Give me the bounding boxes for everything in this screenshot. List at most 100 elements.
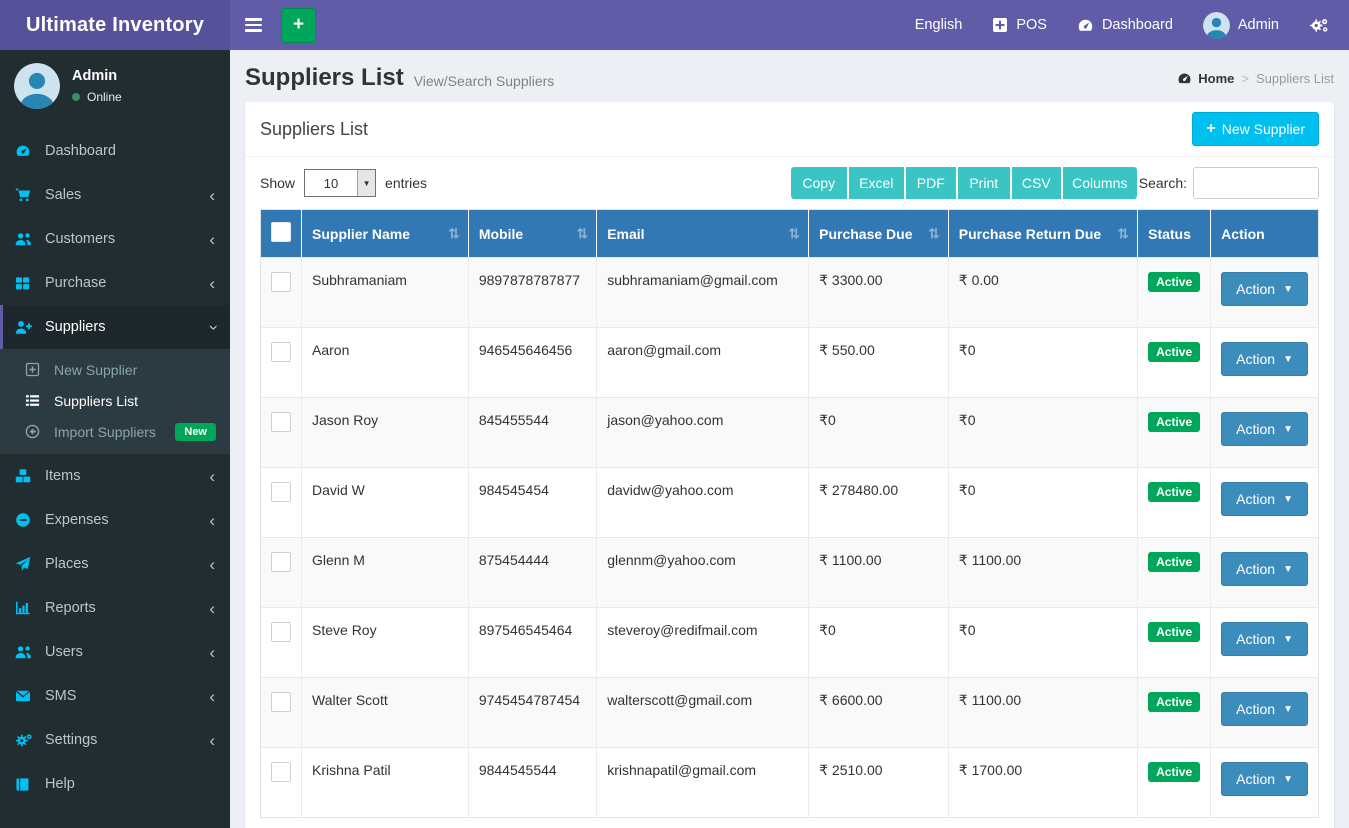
- sidebar-item-new-supplier[interactable]: New Supplier: [0, 354, 230, 385]
- action-cell: Action ▼: [1210, 397, 1319, 468]
- row-checkbox[interactable]: [271, 482, 291, 502]
- status-badge: Active: [1148, 552, 1201, 572]
- action-button[interactable]: Action ▼: [1221, 482, 1308, 516]
- card-title: Suppliers List: [260, 118, 369, 139]
- sidebar-item-suppliers-list[interactable]: Suppliers List: [0, 385, 230, 416]
- top-bar: Ultimate Inventory + English POS Dashboa…: [0, 0, 1349, 50]
- users-icon: [15, 644, 45, 660]
- row-checkbox[interactable]: [271, 342, 291, 362]
- sidebar-item-sms[interactable]: SMS ‹: [0, 674, 230, 718]
- sidebar-item-dashboard[interactable]: Dashboard: [0, 129, 230, 173]
- action-button[interactable]: Action ▼: [1221, 692, 1308, 726]
- status-cell: Active: [1137, 257, 1212, 328]
- settings-menu[interactable]: [1309, 17, 1329, 34]
- sidebar-item-customers[interactable]: Customers ‹: [0, 217, 230, 261]
- row-checkbox[interactable]: [271, 412, 291, 432]
- table-row: Glenn M 875454444 glennm@yahoo.com ₹ 110…: [260, 537, 1319, 608]
- pos-link[interactable]: POS: [992, 17, 1047, 33]
- row-checkbox[interactable]: [271, 552, 291, 572]
- caret-down-icon: ▼: [1283, 493, 1293, 505]
- chevron-left-icon: ‹: [209, 730, 215, 750]
- header-purchase-return-due[interactable]: Purchase Return Due ⇅: [948, 209, 1139, 258]
- breadcrumb-current: Suppliers List: [1255, 70, 1334, 86]
- row-checkbox[interactable]: [271, 692, 291, 712]
- purchase-return-due-cell: ₹0: [948, 397, 1139, 468]
- page-title: Suppliers List: [245, 64, 404, 91]
- mobile-cell: 9745454787454: [468, 677, 598, 748]
- sidebar-item-reports[interactable]: Reports ‹: [0, 586, 230, 630]
- caret-down-icon: ▼: [1283, 563, 1293, 575]
- row-checkbox[interactable]: [271, 272, 291, 292]
- sidebar-item-help[interactable]: Help: [0, 762, 230, 806]
- action-button[interactable]: Action ▼: [1221, 342, 1308, 376]
- sidebar-item-import-suppliers[interactable]: Import Suppliers New: [0, 416, 230, 447]
- email-cell: aaron@gmail.com: [596, 327, 810, 398]
- purchase-due-cell: ₹ 2510.00: [808, 747, 949, 818]
- action-button[interactable]: Action ▼: [1221, 622, 1308, 656]
- header-purchase-due[interactable]: Purchase Due ⇅: [808, 209, 949, 258]
- table-toolbar: Show 10 ▼ entries Copy Excel PDF Print C…: [245, 157, 1334, 209]
- suppliers-card: Suppliers List + New Supplier Show 10 ▼ …: [245, 102, 1334, 828]
- row-select-cell: [260, 537, 302, 608]
- row-select-cell: [260, 397, 302, 468]
- show-entries-select[interactable]: 10 ▼: [304, 169, 377, 197]
- sidebar-item-purchase[interactable]: Purchase ‹: [0, 261, 230, 305]
- excel-button[interactable]: Excel: [848, 167, 904, 199]
- plus-square-icon: [25, 362, 54, 377]
- sidebar-item-items[interactable]: Items ‹: [0, 454, 230, 498]
- sidebar-menu: Dashboard Sales ‹ Customers ‹ Purchase ‹…: [0, 129, 230, 806]
- print-button[interactable]: Print: [957, 167, 1010, 199]
- top-navbar: + English POS Dashboard Admin: [230, 0, 1349, 50]
- sidebar-toggle-button[interactable]: [230, 0, 276, 50]
- mobile-cell: 845455544: [468, 397, 598, 468]
- cogs-icon: [15, 732, 45, 748]
- brand-logo[interactable]: Ultimate Inventory: [0, 0, 230, 50]
- sidebar-item-places[interactable]: Places ‹: [0, 542, 230, 586]
- new-supplier-button[interactable]: + New Supplier: [1192, 112, 1319, 146]
- sidebar-user-name: Admin: [72, 68, 118, 84]
- breadcrumb-home-link[interactable]: Home: [1177, 71, 1234, 86]
- action-button[interactable]: Action ▼: [1221, 272, 1308, 306]
- status-cell: Active: [1137, 607, 1212, 678]
- sort-icon: ⇅: [928, 225, 940, 241]
- sidebar-item-suppliers[interactable]: Suppliers ‹: [0, 305, 230, 349]
- header-mobile[interactable]: Mobile ⇅: [468, 209, 598, 258]
- supplier-name-cell: Glenn M: [301, 537, 469, 608]
- purchase-due-cell: ₹0: [808, 397, 949, 468]
- show-label: Show: [260, 175, 296, 191]
- sidebar-item-users[interactable]: Users ‹: [0, 630, 230, 674]
- sidebar-item-expenses[interactable]: Expenses ‹: [0, 498, 230, 542]
- row-checkbox[interactable]: [271, 762, 291, 782]
- quick-add-button[interactable]: +: [281, 7, 316, 43]
- pdf-button[interactable]: PDF: [905, 167, 956, 199]
- header-email[interactable]: Email ⇅: [596, 209, 810, 258]
- columns-button[interactable]: Columns: [1062, 167, 1137, 199]
- purchase-return-due-cell: ₹ 0.00: [948, 257, 1139, 328]
- sidebar-item-settings[interactable]: Settings ‹: [0, 718, 230, 762]
- purchase-return-due-cell: ₹0: [948, 467, 1139, 538]
- language-menu[interactable]: English: [915, 17, 963, 33]
- caret-down-icon: ▼: [1283, 703, 1293, 715]
- search-input[interactable]: [1193, 167, 1319, 199]
- action-button[interactable]: Action ▼: [1221, 552, 1308, 586]
- row-select-cell: [260, 467, 302, 538]
- row-checkbox[interactable]: [271, 622, 291, 642]
- action-button[interactable]: Action ▼: [1221, 412, 1308, 446]
- avatar: [1202, 11, 1230, 39]
- header-supplier-name[interactable]: Supplier Name ⇅: [301, 209, 469, 258]
- user-menu[interactable]: Admin: [1202, 11, 1279, 39]
- dashboard-icon: [1077, 17, 1094, 34]
- csv-button[interactable]: CSV: [1011, 167, 1061, 199]
- action-button[interactable]: Action ▼: [1221, 762, 1308, 796]
- dashboard-link[interactable]: Dashboard: [1077, 17, 1173, 34]
- select-all-checkbox[interactable]: [271, 222, 291, 242]
- sidebar-item-sales[interactable]: Sales ‹: [0, 173, 230, 217]
- list-icon: [25, 393, 54, 408]
- purchase-return-due-cell: ₹0: [948, 607, 1139, 678]
- copy-button[interactable]: Copy: [790, 167, 847, 199]
- cubes-icon: [15, 468, 45, 484]
- select-all-header[interactable]: [260, 209, 302, 258]
- search-label: Search:: [1138, 175, 1187, 191]
- search-control: Search:: [1139, 167, 1319, 199]
- cogs-icon: [1309, 17, 1329, 34]
